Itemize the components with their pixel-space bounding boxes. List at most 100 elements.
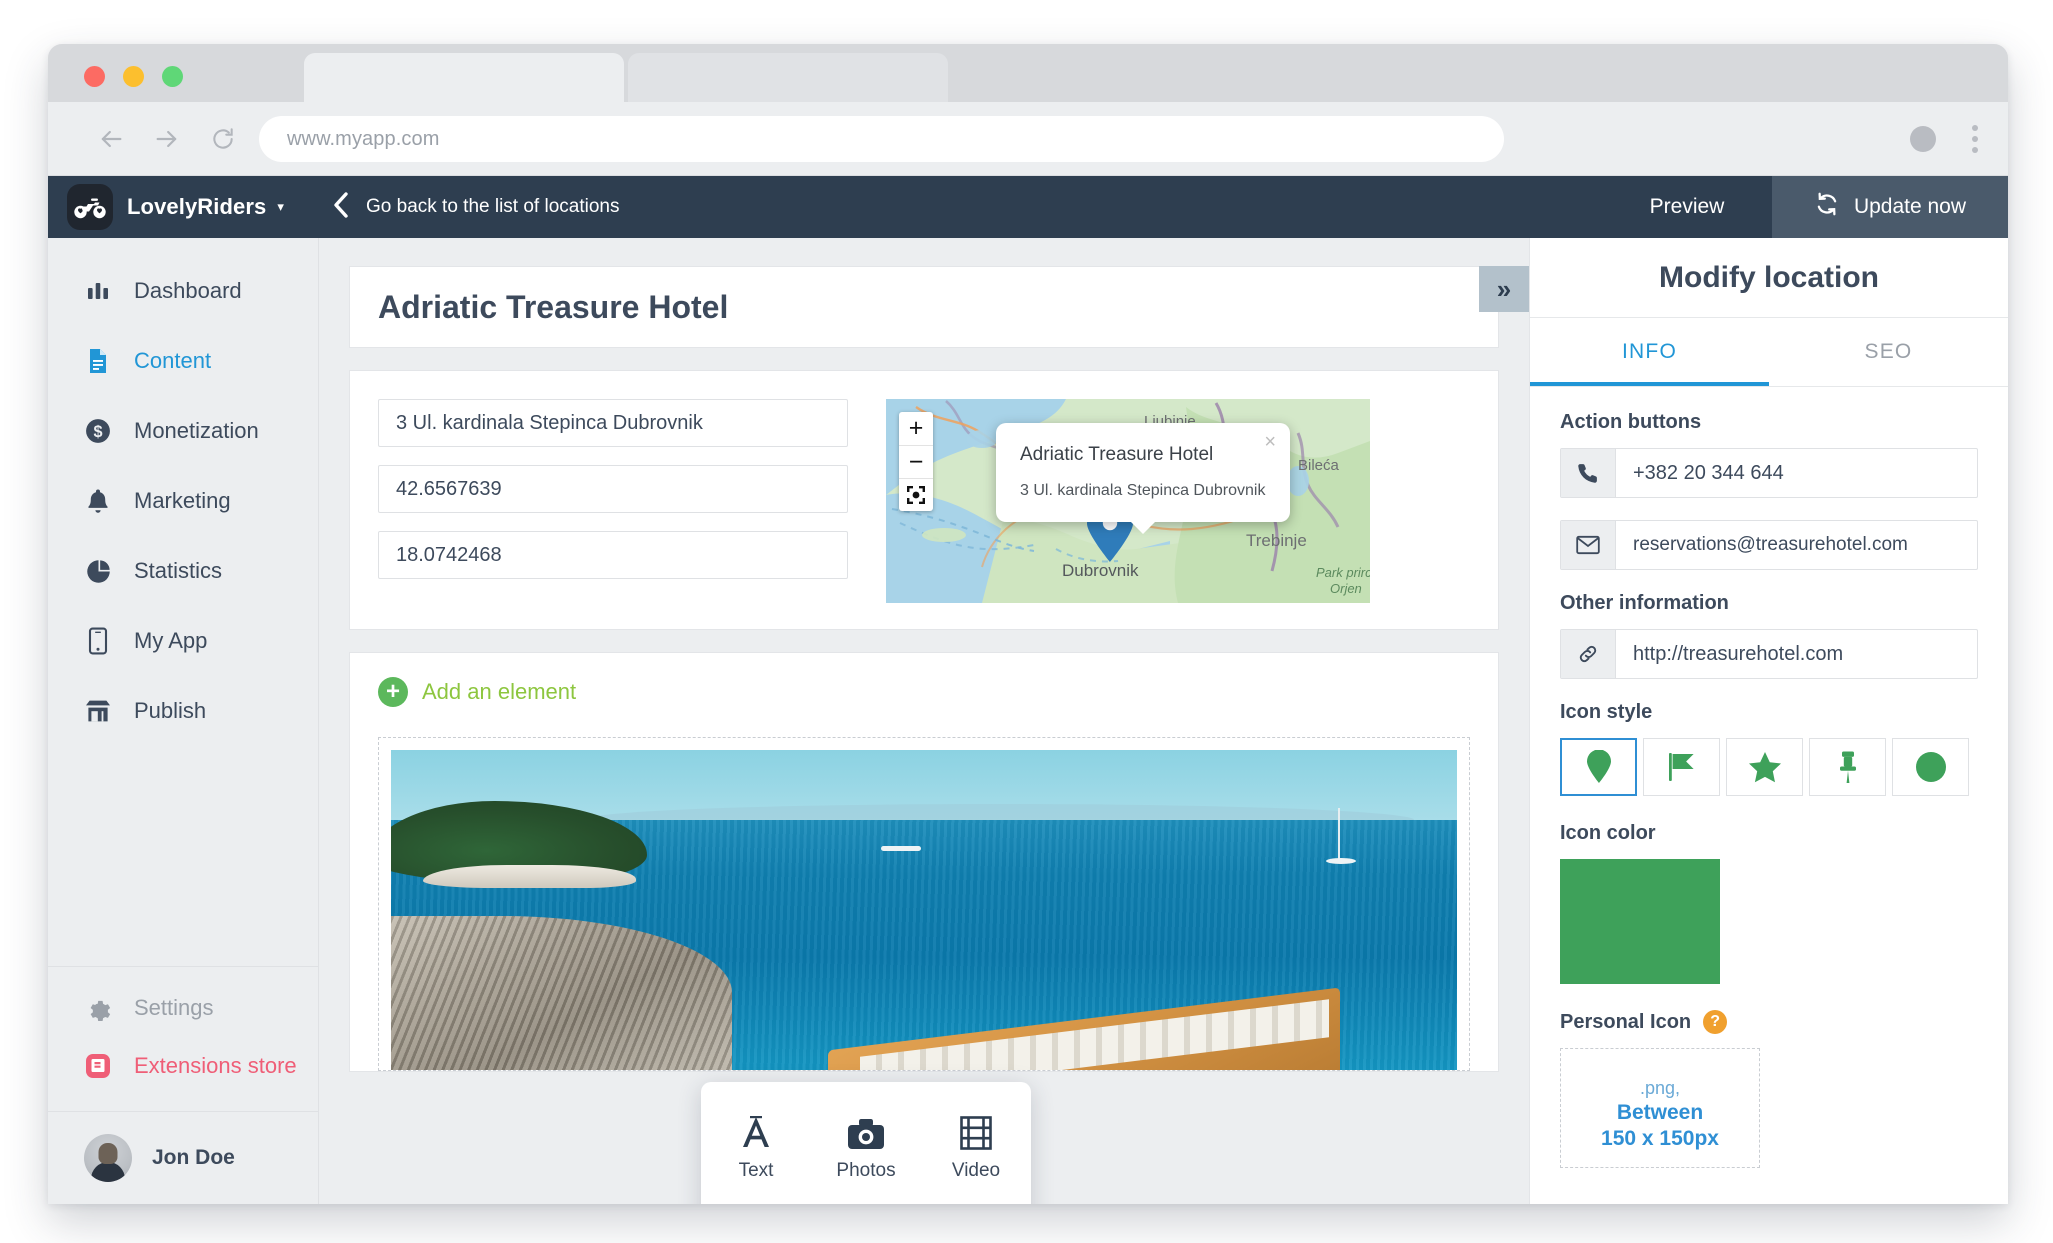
icon-color-swatch[interactable] — [1560, 859, 1720, 984]
location-title-card: Adriatic Treasure Hotel — [349, 266, 1499, 348]
sidebar-item-label: Marketing — [134, 488, 231, 514]
minimize-window-button[interactable] — [123, 66, 144, 87]
browser-toolbar: www.myapp.com — [48, 102, 2008, 176]
bar-chart-icon — [84, 279, 112, 303]
map-label: Bileća — [1298, 457, 1339, 474]
element-menu-item-text[interactable]: Text — [701, 1110, 811, 1182]
icon-style-circle[interactable] — [1892, 738, 1969, 796]
sidebar-item-statistics[interactable]: Statistics — [48, 536, 318, 606]
forward-icon[interactable] — [150, 122, 184, 156]
photo-element-slot[interactable] — [378, 737, 1470, 1071]
main-content: Adriatic Treasure Hotel 3 Ul. kardinala … — [319, 238, 1529, 1204]
longitude-input[interactable]: 18.0742468 — [378, 531, 848, 579]
website-field[interactable]: http://treasurehotel.com — [1560, 629, 1978, 679]
sidebar-item-publish[interactable]: Publish — [48, 676, 318, 746]
update-now-button[interactable]: Update now — [1772, 176, 2008, 238]
browser-profile-avatar[interactable] — [1910, 126, 1936, 152]
tab-seo[interactable]: SEO — [1769, 318, 2008, 386]
store-icon — [84, 699, 112, 723]
back-icon[interactable] — [94, 122, 128, 156]
collapse-panel-button[interactable]: » — [1479, 266, 1529, 312]
help-icon[interactable]: ? — [1703, 1010, 1727, 1034]
browser-window: www.myapp.com LovelyRiders ▾ — [48, 44, 2008, 1204]
back-to-locations-label: Go back to the list of locations — [366, 196, 619, 218]
icon-color-label: Icon color — [1560, 822, 1978, 845]
map-popup-title: Adriatic Treasure Hotel — [1020, 444, 1266, 466]
preview-label: Preview — [1650, 195, 1725, 219]
zoom-out-button[interactable]: − — [899, 445, 933, 478]
sidebar-item-dashboard[interactable]: Dashboard — [48, 256, 318, 326]
chevron-down-icon: ▾ — [277, 199, 284, 215]
panel-title: Modify location — [1530, 238, 2008, 318]
fullscreen-icon[interactable] — [899, 478, 933, 511]
add-element-button[interactable]: + Add an element — [350, 677, 1498, 707]
phone-field[interactable]: +382 20 344 644 — [1560, 448, 1978, 498]
close-window-button[interactable] — [84, 66, 105, 87]
preview-button[interactable]: Preview — [1602, 176, 1772, 238]
update-now-label: Update now — [1854, 195, 1966, 219]
icon-style-flag[interactable] — [1643, 738, 1720, 796]
browser-tab-active[interactable] — [304, 53, 624, 102]
address-and-map-card: 3 Ul. kardinala Stepinca Dubrovnik 42.65… — [349, 370, 1499, 630]
latitude-input[interactable]: 42.6567639 — [378, 465, 848, 513]
reload-icon[interactable] — [206, 122, 240, 156]
browser-tab-inactive[interactable] — [628, 53, 948, 102]
location-fields: 3 Ul. kardinala Stepinca Dubrovnik 42.65… — [378, 399, 848, 601]
icon-style-map-pin[interactable] — [1560, 738, 1637, 796]
icon-style-star[interactable] — [1726, 738, 1803, 796]
location-map[interactable]: Ljubinje Bileća Trebinje Park prirc Orje… — [886, 399, 1370, 603]
address-bar[interactable]: www.myapp.com — [259, 116, 1504, 162]
sidebar-item-label: Monetization — [134, 418, 259, 444]
website-value: http://treasurehotel.com — [1616, 630, 1977, 678]
sidebar-item-label: Extensions store — [134, 1053, 297, 1079]
zoom-in-button[interactable]: + — [899, 412, 933, 445]
user-profile-block[interactable]: Jon Doe — [48, 1111, 318, 1204]
brand-switcher[interactable]: LovelyRiders ▾ — [48, 176, 310, 238]
element-menu-grid: Text Photos Video — [701, 1110, 1031, 1204]
sidebar-nav-main: Dashboard Content $ Monetization — [48, 238, 318, 966]
sidebar-item-my-app[interactable]: My App — [48, 606, 318, 676]
element-menu-item-photos[interactable]: Photos — [811, 1110, 921, 1182]
link-chain-icon — [1561, 630, 1616, 678]
back-to-locations-link[interactable]: Go back to the list of locations — [310, 176, 619, 238]
email-value: reservations@treasurehotel.com — [1616, 521, 1977, 569]
plus-icon: + — [378, 677, 408, 707]
sidebar-item-label: Dashboard — [134, 278, 242, 304]
sidebar-item-content[interactable]: Content — [48, 326, 318, 396]
sidebar-item-monetization[interactable]: $ Monetization — [48, 396, 318, 466]
kebab-menu-icon[interactable] — [1972, 125, 1978, 153]
sidebar-item-marketing[interactable]: Marketing — [48, 466, 318, 536]
element-menu-label: Photos — [836, 1160, 895, 1182]
icon-style-pushpin[interactable] — [1809, 738, 1886, 796]
map-info-popup: × Adriatic Treasure Hotel 3 Ul. kardinal… — [996, 423, 1290, 522]
phone-value: +382 20 344 644 — [1616, 449, 1977, 497]
element-menu-item-video[interactable]: Video — [921, 1110, 1031, 1182]
chevron-left-icon — [332, 191, 350, 223]
other-information-label: Other information — [1560, 592, 1978, 615]
element-menu-label: Video — [952, 1160, 1000, 1182]
tab-info[interactable]: INFO — [1530, 318, 1769, 386]
address-input[interactable]: 3 Ul. kardinala Stepinca Dubrovnik — [378, 399, 848, 447]
pie-chart-icon — [84, 559, 112, 584]
sidebar-item-label: Settings — [134, 995, 214, 1021]
dropzone-extension: .png, — [1640, 1078, 1680, 1099]
envelope-icon — [1561, 521, 1616, 569]
sidebar-item-extensions-store[interactable]: Extensions store — [48, 1037, 318, 1095]
film-strip-icon — [960, 1110, 992, 1150]
panel-content: Action buttons +382 20 344 644 reservati… — [1530, 387, 2008, 1168]
app-root: LovelyRiders ▾ Go back to the list of lo… — [48, 176, 2008, 1204]
add-element-menu: Text Photos Video — [701, 1082, 1031, 1204]
maximize-window-button[interactable] — [162, 66, 183, 87]
action-buttons-label: Action buttons — [1560, 411, 1978, 434]
sidebar-item-settings[interactable]: Settings — [48, 979, 318, 1037]
close-icon[interactable]: × — [1264, 431, 1276, 454]
map-popup-address: 3 Ul. kardinala Stepinca Dubrovnik — [1020, 482, 1266, 500]
personal-icon-dropzone[interactable]: .png, Between 150 x 150px — [1560, 1048, 1760, 1168]
motorcycle-logo-icon — [67, 184, 113, 230]
add-element-label: Add an element — [422, 679, 576, 705]
app-body: Dashboard Content $ Monetization — [48, 238, 2008, 1204]
bell-icon — [84, 488, 112, 514]
dollar-circle-icon: $ — [84, 418, 112, 444]
email-field[interactable]: reservations@treasurehotel.com — [1560, 520, 1978, 570]
camera-icon — [847, 1110, 885, 1150]
